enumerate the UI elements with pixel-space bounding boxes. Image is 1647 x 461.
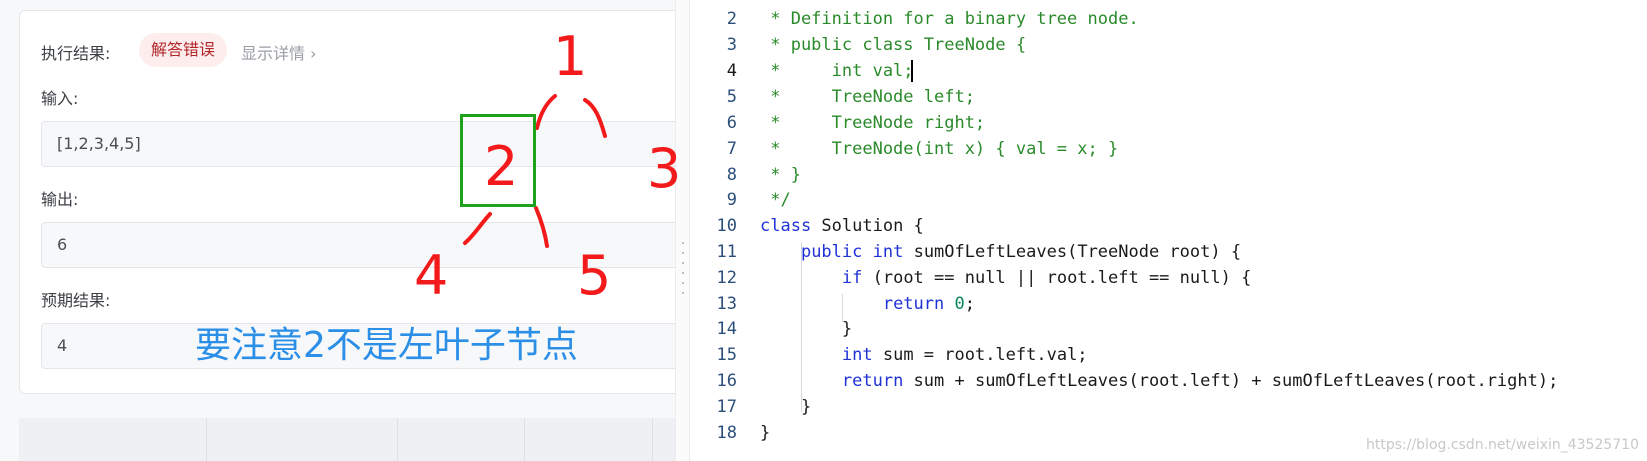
code-line: return sum + sumOfLeftLeaves(root.left) … — [841, 371, 1559, 391]
exec-result-label: 执行结果: — [41, 44, 111, 63]
input-label: 输入: — [41, 89, 79, 108]
code-line: class Solution { — [760, 216, 924, 236]
toolbar-divider — [206, 418, 207, 461]
toolbar-divider — [397, 418, 398, 461]
line-number: 18 — [716, 423, 737, 443]
line-number: 7 — [726, 139, 737, 159]
line-number: 11 — [716, 242, 737, 262]
code-line: return 0; — [882, 294, 975, 314]
line-number: 14 — [716, 319, 737, 339]
bottom-toolbar — [19, 418, 679, 461]
code-line: * TreeNode(int x) { val = x; } — [760, 139, 1119, 159]
line-number: 6 — [726, 113, 737, 133]
splitter-grip-dot — [682, 242, 684, 244]
expected-value-box: 4 — [41, 323, 681, 369]
code-line: } — [760, 319, 853, 339]
splitter-grip-dot — [682, 282, 684, 284]
output-value-box: 6 — [41, 222, 681, 268]
code-line: public int sumOfLeftLeaves(TreeNode root… — [800, 242, 1242, 262]
splitter-grip-dot — [682, 262, 684, 264]
line-number: 13 — [716, 294, 737, 314]
code-line: * TreeNode right; — [760, 113, 986, 133]
code-line: * } — [760, 165, 801, 185]
toolbar-divider — [524, 418, 525, 461]
code-line: } — [760, 397, 812, 417]
line-number-active: 4 — [726, 61, 737, 81]
toolbar-divider — [652, 418, 653, 461]
line-number: 5 — [726, 87, 737, 107]
status-badge: 解答错误 — [139, 33, 227, 67]
line-number: 2 — [726, 9, 737, 29]
code-line: * TreeNode left; — [760, 87, 975, 107]
code-line: } — [760, 423, 771, 443]
code-editor[interactable]: 2 3 4 5 6 7 8 9 10 11 12 13 14 15 16 17 … — [691, 0, 1647, 461]
text-cursor — [911, 60, 913, 82]
line-number: 8 — [726, 165, 737, 185]
watermark: https://blog.csdn.net/weixin_43525710 — [1365, 437, 1639, 453]
splitter-grip-dot — [682, 252, 684, 254]
line-number: 16 — [716, 371, 737, 391]
pane-splitter[interactable] — [675, 0, 690, 461]
code-line: if (root == null || root.left == null) { — [841, 268, 1252, 288]
code-line: * int val; — [760, 61, 914, 81]
splitter-grip-dot — [682, 292, 684, 294]
input-value-box: [1,2,3,4,5] — [41, 121, 681, 167]
code-line: int sum = root.left.val; — [841, 345, 1088, 365]
line-number: 3 — [726, 35, 737, 55]
line-number: 17 — [716, 397, 737, 417]
show-details-link[interactable]: 显示详情 › — [241, 40, 317, 64]
line-number: 10 — [716, 216, 737, 236]
code-line: */ — [760, 190, 791, 210]
expected-label: 预期结果: — [41, 291, 111, 310]
line-number: 15 — [716, 345, 737, 365]
code-line: * Definition for a binary tree node. — [760, 9, 1139, 29]
line-number: 12 — [716, 268, 737, 288]
code-line: * public class TreeNode { — [760, 35, 1027, 55]
splitter-grip-dot — [682, 272, 684, 274]
line-number: 9 — [726, 190, 737, 210]
output-label: 输出: — [41, 190, 79, 209]
